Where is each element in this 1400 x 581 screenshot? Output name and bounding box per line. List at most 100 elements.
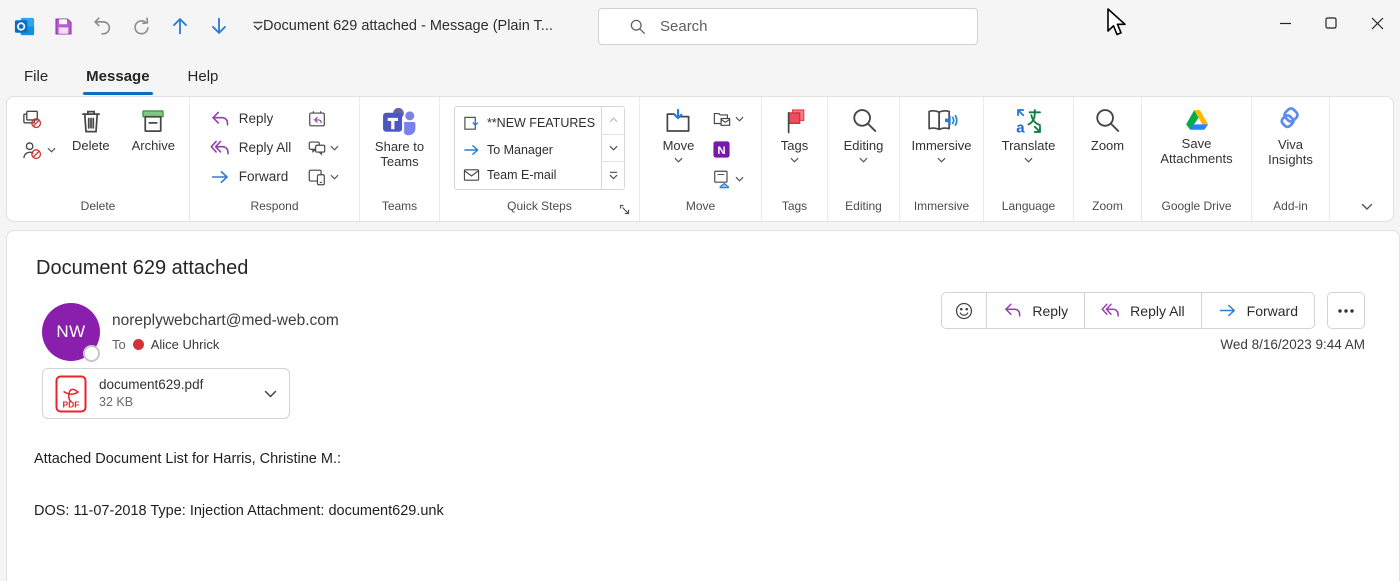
quick-step-to-manager[interactable]: To Manager <box>463 143 595 157</box>
window-title: Document 629 attached - Message (Plain T… <box>263 18 553 34</box>
arrow-right-icon <box>463 143 480 157</box>
group-label-zoom: Zoom <box>1074 195 1141 221</box>
save-attachments-button[interactable]: Save Attachments <box>1147 104 1247 195</box>
viva-insights-button[interactable]: Viva Insights <box>1257 104 1325 195</box>
tab-message-label: Message <box>86 68 149 85</box>
minimize-button[interactable] <box>1262 0 1308 46</box>
editing-button[interactable]: Editing <box>838 104 890 195</box>
send-to-onenote-button[interactable]: N <box>712 137 744 161</box>
ribbon-group-google-drive: Save Attachments Google Drive <box>1142 97 1252 221</box>
chevron-down-icon <box>937 157 946 163</box>
redo-button[interactable] <box>129 14 153 38</box>
undo-button[interactable] <box>90 14 114 38</box>
to-label: To <box>112 337 126 352</box>
search-input[interactable] <box>660 18 940 35</box>
ribbon-group-tags: Tags Tags <box>762 97 828 221</box>
reply-all-icon <box>210 139 231 157</box>
move-down-button[interactable] <box>207 14 231 38</box>
editing-button-label: Editing <box>844 139 884 154</box>
ribbon-group-zoom: Zoom Zoom <box>1074 97 1142 221</box>
tab-help[interactable]: Help <box>186 64 221 89</box>
chat-reply-button[interactable] <box>307 136 339 160</box>
forward-action-button[interactable]: Forward <box>1201 293 1314 328</box>
attachment-chip[interactable]: PDF document629.pdf 32 KB <box>42 368 290 419</box>
message-timestamp: Wed 8/16/2023 9:44 AM <box>1220 337 1365 352</box>
reply-button[interactable]: Reply <box>210 104 292 133</box>
more-actions-button[interactable] <box>1327 292 1365 329</box>
ellipsis-icon <box>1337 308 1355 314</box>
viva-insights-icon <box>1275 106 1306 135</box>
quick-step-team-email[interactable]: Team E-mail <box>463 168 595 182</box>
reply-all-icon <box>1101 302 1121 319</box>
body-line: Attached Document List for Harris, Chris… <box>34 450 444 469</box>
rules-button[interactable] <box>712 107 744 131</box>
onenote-icon: N <box>712 140 731 159</box>
attachment-dropdown-icon[interactable] <box>264 390 277 398</box>
outlook-logo-icon <box>13 15 36 38</box>
ribbon-group-quick-steps: **NEW FEATURES To Manager Team E-ma <box>440 97 640 221</box>
collapse-ribbon-button[interactable] <box>1361 203 1373 211</box>
tab-file[interactable]: File <box>22 64 50 89</box>
quick-steps-scroll-down[interactable] <box>602 135 624 163</box>
immersive-button[interactable]: Immersive <box>906 104 978 195</box>
meeting-reply-button[interactable] <box>307 107 339 131</box>
archive-button[interactable]: Archive <box>126 104 181 195</box>
tags-button[interactable]: Tags <box>775 104 815 195</box>
chevron-down-icon <box>735 116 744 122</box>
group-label-language: Language <box>984 195 1073 221</box>
delete-button[interactable]: Delete <box>66 104 116 195</box>
quick-steps-gallery: **NEW FEATURES To Manager Team E-ma <box>454 106 625 190</box>
recipient-name[interactable]: Alice Uhrick <box>151 337 220 352</box>
close-button[interactable] <box>1354 0 1400 46</box>
share-to-teams-button[interactable]: Share to Teams <box>364 104 436 195</box>
window-controls <box>1262 0 1400 46</box>
reply-all-button[interactable]: Reply All <box>210 133 292 162</box>
translate-button-label: Translate <box>1002 139 1056 154</box>
forward-button[interactable]: Forward <box>210 162 292 191</box>
quick-steps-scrollbar <box>601 107 624 189</box>
sender-email[interactable]: noreplywebchart@med-web.com <box>112 312 339 330</box>
search-box[interactable] <box>598 8 978 45</box>
archive-icon <box>138 106 168 136</box>
ignore-button[interactable] <box>21 107 56 131</box>
reply-action-button[interactable]: Reply <box>986 293 1084 328</box>
chevron-down-icon <box>859 157 868 163</box>
maximize-button[interactable] <box>1308 0 1354 46</box>
move-button-label: Move <box>663 139 695 154</box>
group-label-editing: Editing <box>828 195 899 221</box>
chat-bubbles-icon <box>307 138 327 158</box>
delete-button-label: Delete <box>72 139 110 154</box>
quick-steps-more[interactable] <box>602 162 624 189</box>
envelope-icon <box>463 168 480 182</box>
trash-icon <box>76 106 106 136</box>
editing-search-icon <box>849 106 879 136</box>
translate-button[interactable]: a Translate <box>996 104 1062 195</box>
outlook-app-icon[interactable] <box>12 14 36 38</box>
reply-all-action-button[interactable]: Reply All <box>1084 293 1200 328</box>
move-button[interactable]: Move <box>657 104 701 195</box>
quick-steps-scroll-up[interactable] <box>602 107 624 135</box>
group-label-tags: Tags <box>762 195 827 221</box>
message-actions-icon <box>712 169 732 189</box>
quick-step-label: Team E-mail <box>487 168 556 182</box>
tab-message[interactable]: Message <box>84 64 151 89</box>
reactions-button[interactable] <box>942 293 986 328</box>
onenote-letter: N <box>718 144 726 156</box>
move-up-button[interactable] <box>168 14 192 38</box>
share-to-phone-button[interactable] <box>307 165 339 189</box>
chevron-down-icon <box>674 157 683 163</box>
quick-steps-dialog-launcher[interactable] <box>619 204 631 216</box>
quick-step-new-features[interactable]: **NEW FEATURES <box>463 115 595 132</box>
save-button[interactable] <box>51 14 75 38</box>
devices-icon <box>307 167 327 187</box>
message-body: Attached Document List for Harris, Chris… <box>34 450 444 521</box>
forward-icon <box>210 168 231 186</box>
share-to-teams-label: Share to Teams <box>370 140 430 170</box>
immersive-reader-icon <box>925 106 958 136</box>
recipient-row: To Alice Uhrick <box>112 337 219 352</box>
message-actions-button[interactable] <box>712 167 744 191</box>
block-sender-button[interactable] <box>21 138 56 162</box>
forward-action-label: Forward <box>1247 303 1298 319</box>
ribbon-group-editing: Editing Editing <box>828 97 900 221</box>
zoom-button[interactable]: Zoom <box>1085 104 1130 195</box>
